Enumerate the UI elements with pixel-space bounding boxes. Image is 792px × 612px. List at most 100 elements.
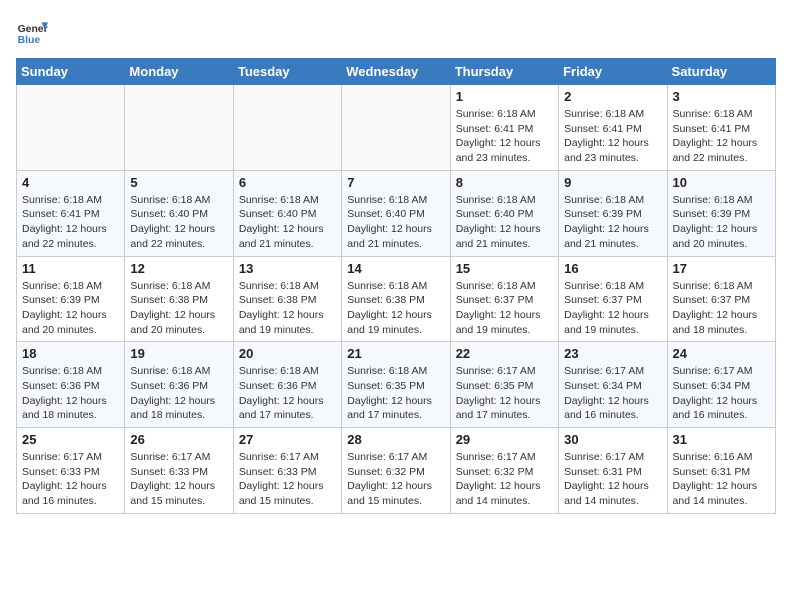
day-info: Sunrise: 6:18 AMSunset: 6:41 PMDaylight:…	[673, 107, 770, 166]
day-number: 3	[673, 89, 770, 104]
day-info: Sunrise: 6:17 AMSunset: 6:32 PMDaylight:…	[456, 450, 553, 509]
day-cell-16: 16Sunrise: 6:18 AMSunset: 6:37 PMDayligh…	[559, 256, 667, 342]
day-cell-18: 18Sunrise: 6:18 AMSunset: 6:36 PMDayligh…	[17, 342, 125, 428]
day-info: Sunrise: 6:18 AMSunset: 6:41 PMDaylight:…	[22, 193, 119, 252]
day-cell-27: 27Sunrise: 6:17 AMSunset: 6:33 PMDayligh…	[233, 428, 341, 514]
dow-header-thursday: Thursday	[450, 59, 558, 85]
day-info: Sunrise: 6:18 AMSunset: 6:38 PMDaylight:…	[130, 279, 227, 338]
day-info: Sunrise: 6:17 AMSunset: 6:34 PMDaylight:…	[673, 364, 770, 423]
day-cell-3: 3 Sunrise: 6:18 AMSunset: 6:41 PMDaylight…	[667, 85, 775, 171]
day-cell-29: 29 Sunrise: 6:17 AMSunset: 6:32 PMDayligh…	[450, 428, 558, 514]
day-number: 17	[673, 261, 770, 276]
day-cell-30: 30 Sunrise: 6:17 AMSunset: 6:31 PMDayligh…	[559, 428, 667, 514]
day-info: Sunrise: 6:18 AMSunset: 6:39 PMDaylight:…	[564, 193, 661, 252]
logo: General Blue	[16, 16, 48, 48]
day-info: Sunrise: 6:18 AMSunset: 6:39 PMDaylight:…	[22, 279, 119, 338]
day-number: 26	[130, 432, 227, 447]
empty-cell	[125, 85, 233, 171]
day-cell-10: 10 Sunrise: 6:18 AMSunset: 6:39 PMDayligh…	[667, 170, 775, 256]
day-cell-26: 26 Sunrise: 6:17 AMSunset: 6:33 PMDayligh…	[125, 428, 233, 514]
day-info: Sunrise: 6:18 AMSunset: 6:40 PMDaylight:…	[347, 193, 444, 252]
day-info: Sunrise: 6:17 AMSunset: 6:32 PMDaylight:…	[347, 450, 444, 509]
day-cell-21: 21 Sunrise: 6:18 AMSunset: 6:35 PMDayligh…	[342, 342, 450, 428]
day-cell-22: 22Sunrise: 6:17 AMSunset: 6:35 PMDayligh…	[450, 342, 558, 428]
day-number: 14	[347, 261, 444, 276]
day-info: Sunrise: 6:18 AMSunset: 6:41 PMDaylight:…	[456, 107, 553, 166]
day-info: Sunrise: 6:18 AMSunset: 6:36 PMDaylight:…	[239, 364, 336, 423]
day-number: 11	[22, 261, 119, 276]
svg-text:Blue: Blue	[18, 35, 41, 46]
day-info: Sunrise: 6:18 AMSunset: 6:40 PMDaylight:…	[456, 193, 553, 252]
day-cell-15: 15 Sunrise: 6:18 AMSunset: 6:37 PMDayligh…	[450, 256, 558, 342]
day-cell-28: 28 Sunrise: 6:17 AMSunset: 6:32 PMDayligh…	[342, 428, 450, 514]
day-info: Sunrise: 6:18 AMSunset: 6:37 PMDaylight:…	[456, 279, 553, 338]
day-cell-20: 20Sunrise: 6:18 AMSunset: 6:36 PMDayligh…	[233, 342, 341, 428]
day-number: 27	[239, 432, 336, 447]
dow-header-saturday: Saturday	[667, 59, 775, 85]
day-cell-31: 31 Sunrise: 6:16 AMSunset: 6:31 PMDayligh…	[667, 428, 775, 514]
day-info: Sunrise: 6:17 AMSunset: 6:31 PMDaylight:…	[564, 450, 661, 509]
day-cell-8: 8 Sunrise: 6:18 AMSunset: 6:40 PMDaylight…	[450, 170, 558, 256]
dow-header-tuesday: Tuesday	[233, 59, 341, 85]
logo-icon: General Blue	[16, 16, 48, 48]
day-number: 8	[456, 175, 553, 190]
day-number: 1	[456, 89, 553, 104]
day-cell-12: 12 Sunrise: 6:18 AMSunset: 6:38 PMDayligh…	[125, 256, 233, 342]
day-number: 13	[239, 261, 336, 276]
day-number: 7	[347, 175, 444, 190]
empty-cell	[17, 85, 125, 171]
day-cell-2: 2 Sunrise: 6:18 AMSunset: 6:41 PMDaylight…	[559, 85, 667, 171]
day-cell-11: 11 Sunrise: 6:18 AMSunset: 6:39 PMDayligh…	[17, 256, 125, 342]
day-info: Sunrise: 6:17 AMSunset: 6:33 PMDaylight:…	[22, 450, 119, 509]
day-number: 15	[456, 261, 553, 276]
day-number: 31	[673, 432, 770, 447]
day-info: Sunrise: 6:18 AMSunset: 6:40 PMDaylight:…	[239, 193, 336, 252]
day-cell-17: 17 Sunrise: 6:18 AMSunset: 6:37 PMDayligh…	[667, 256, 775, 342]
page-header: General Blue	[16, 16, 776, 48]
week-row-5: 25 Sunrise: 6:17 AMSunset: 6:33 PMDayligh…	[17, 428, 776, 514]
day-number: 21	[347, 346, 444, 361]
day-info: Sunrise: 6:18 AMSunset: 6:41 PMDaylight:…	[564, 107, 661, 166]
dow-header-monday: Monday	[125, 59, 233, 85]
day-number: 4	[22, 175, 119, 190]
day-number: 12	[130, 261, 227, 276]
day-number: 2	[564, 89, 661, 104]
day-info: Sunrise: 6:16 AMSunset: 6:31 PMDaylight:…	[673, 450, 770, 509]
day-number: 16	[564, 261, 661, 276]
day-cell-5: 5 Sunrise: 6:18 AMSunset: 6:40 PMDaylight…	[125, 170, 233, 256]
empty-cell	[342, 85, 450, 171]
day-cell-4: 4 Sunrise: 6:18 AMSunset: 6:41 PMDaylight…	[17, 170, 125, 256]
day-cell-25: 25 Sunrise: 6:17 AMSunset: 6:33 PMDayligh…	[17, 428, 125, 514]
day-cell-7: 7 Sunrise: 6:18 AMSunset: 6:40 PMDaylight…	[342, 170, 450, 256]
day-number: 9	[564, 175, 661, 190]
dow-header-friday: Friday	[559, 59, 667, 85]
day-cell-9: 9 Sunrise: 6:18 AMSunset: 6:39 PMDaylight…	[559, 170, 667, 256]
day-cell-6: 6 Sunrise: 6:18 AMSunset: 6:40 PMDaylight…	[233, 170, 341, 256]
day-info: Sunrise: 6:18 AMSunset: 6:37 PMDaylight:…	[673, 279, 770, 338]
day-number: 19	[130, 346, 227, 361]
day-number: 28	[347, 432, 444, 447]
empty-cell	[233, 85, 341, 171]
day-info: Sunrise: 6:18 AMSunset: 6:39 PMDaylight:…	[673, 193, 770, 252]
day-number: 22	[456, 346, 553, 361]
day-cell-24: 24Sunrise: 6:17 AMSunset: 6:34 PMDayligh…	[667, 342, 775, 428]
day-cell-1: 1 Sunrise: 6:18 AMSunset: 6:41 PMDaylight…	[450, 85, 558, 171]
day-number: 29	[456, 432, 553, 447]
day-number: 5	[130, 175, 227, 190]
day-number: 6	[239, 175, 336, 190]
day-number: 23	[564, 346, 661, 361]
day-info: Sunrise: 6:17 AMSunset: 6:33 PMDaylight:…	[130, 450, 227, 509]
day-number: 25	[22, 432, 119, 447]
week-row-2: 4 Sunrise: 6:18 AMSunset: 6:41 PMDaylight…	[17, 170, 776, 256]
week-row-1: 1 Sunrise: 6:18 AMSunset: 6:41 PMDaylight…	[17, 85, 776, 171]
day-cell-23: 23Sunrise: 6:17 AMSunset: 6:34 PMDayligh…	[559, 342, 667, 428]
day-number: 10	[673, 175, 770, 190]
day-info: Sunrise: 6:18 AMSunset: 6:40 PMDaylight:…	[130, 193, 227, 252]
day-number: 30	[564, 432, 661, 447]
week-row-4: 18 Sunrise: 6:18 AMSunset: 6:36 PMDayligh…	[17, 342, 776, 428]
day-info: Sunrise: 6:18 AMSunset: 6:35 PMDaylight:…	[347, 364, 444, 423]
day-info: Sunrise: 6:18 AMSunset: 6:38 PMDaylight:…	[347, 279, 444, 338]
day-number: 18	[22, 346, 119, 361]
day-cell-13: 13Sunrise: 6:18 AMSunset: 6:38 PMDayligh…	[233, 256, 341, 342]
week-row-3: 11 Sunrise: 6:18 AMSunset: 6:39 PMDayligh…	[17, 256, 776, 342]
